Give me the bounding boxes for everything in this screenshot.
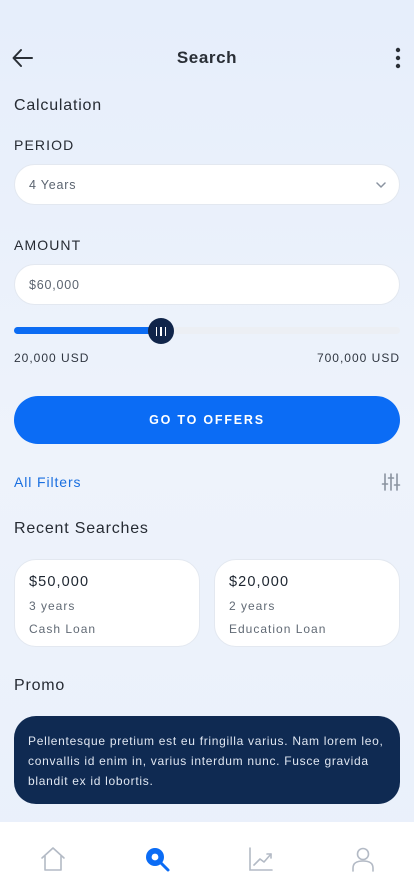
- card-loan-type: Cash Loan: [29, 622, 97, 636]
- amount-slider[interactable]: [14, 318, 400, 344]
- card-amount: $50,000: [29, 574, 90, 590]
- period-value: 4 Years: [29, 177, 77, 192]
- filters-button[interactable]: [381, 472, 401, 492]
- amount-input[interactable]: $60,000: [14, 264, 400, 305]
- tab-profile[interactable]: [348, 844, 378, 874]
- amount-label: AMOUNT: [14, 237, 82, 253]
- period-label: PERIOD: [14, 137, 75, 153]
- page-title: Search: [176, 48, 238, 67]
- chevron-down-icon: [376, 182, 386, 188]
- tab-search[interactable]: [142, 844, 172, 874]
- chart-icon: [249, 847, 273, 871]
- sliders-icon: [381, 473, 401, 491]
- bottom-tab-bar: [0, 822, 414, 896]
- card-term: 3 years: [29, 599, 76, 613]
- recent-search-card[interactable]: $50,000 3 years Cash Loan: [14, 559, 200, 647]
- search-icon: [146, 848, 170, 872]
- profile-icon: [352, 847, 374, 872]
- more-menu-button[interactable]: [390, 44, 406, 72]
- tab-stats[interactable]: [246, 844, 276, 874]
- home-icon: [41, 847, 65, 871]
- card-term: 2 years: [229, 599, 276, 613]
- search-screen: Search Calculation PERIOD 4 Years AMOUNT…: [0, 0, 414, 896]
- calculation-title: Calculation: [14, 97, 102, 114]
- promo-title: Promo: [14, 677, 66, 694]
- slider-thumb[interactable]: [148, 318, 174, 344]
- card-amount: $20,000: [229, 574, 290, 590]
- recent-searches-title: Recent Searches: [14, 520, 149, 537]
- go-to-offers-button[interactable]: GO TO OFFERS: [14, 396, 400, 444]
- card-loan-type: Education Loan: [229, 622, 327, 636]
- slider-fill: [14, 327, 161, 334]
- more-vertical-icon: [395, 47, 401, 69]
- top-bar: Search: [0, 38, 414, 78]
- range-max-label: 700,000 USD: [316, 351, 400, 365]
- recent-search-card[interactable]: $20,000 2 years Education Loan: [214, 559, 400, 647]
- all-filters-link[interactable]: All Filters: [14, 474, 81, 490]
- tab-home[interactable]: [38, 844, 68, 874]
- promo-text: Pellentesque pretium est eu fringilla va…: [28, 734, 384, 788]
- promo-banner[interactable]: Pellentesque pretium est eu fringilla va…: [14, 716, 400, 804]
- range-min-label: 20,000 USD: [14, 351, 90, 365]
- period-select[interactable]: 4 Years: [14, 164, 400, 205]
- amount-value: $60,000: [29, 277, 80, 292]
